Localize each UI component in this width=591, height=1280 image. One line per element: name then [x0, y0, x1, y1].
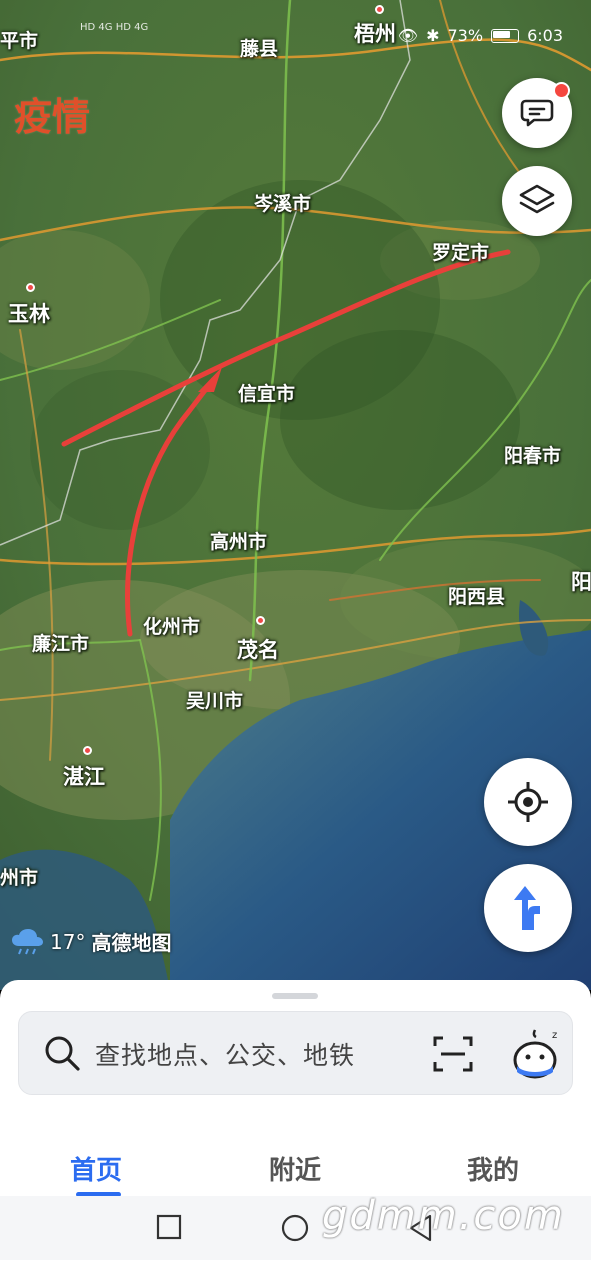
- scan-icon[interactable]: [433, 1034, 473, 1074]
- navigate-button[interactable]: [484, 864, 572, 952]
- city-label[interactable]: 平市: [0, 26, 38, 53]
- overlay-banner-text: 疫情: [14, 95, 91, 139]
- amap-logo-text: 高德地图: [91, 931, 172, 955]
- crosshair-icon: [508, 782, 548, 822]
- city-label[interactable]: 阳西县: [448, 582, 505, 609]
- city-label[interactable]: 吴川市: [186, 686, 243, 713]
- map-view[interactable]: 疫情 HD 4G HD 4G 👁 ✱ 73% 6:03 平市 藤县 梧州 岑溪市…: [0, 0, 591, 990]
- battery-percent: 73%: [447, 26, 484, 45]
- drag-handle[interactable]: [272, 993, 318, 999]
- tab-mine[interactable]: 我的: [467, 1150, 519, 1187]
- city-label[interactable]: 高州市: [210, 527, 267, 554]
- temperature: 17°: [50, 929, 86, 954]
- notification-badge: [553, 82, 570, 99]
- svg-text:z: z: [552, 1030, 557, 1041]
- battery-icon: [491, 28, 520, 43]
- eye-comfort-icon: 👁: [397, 26, 419, 45]
- bluetooth-icon: ✱: [426, 26, 440, 45]
- city-label[interactable]: 州市: [0, 863, 38, 890]
- search-bar[interactable]: 查找地点、公交、地铁 z: [18, 1011, 573, 1095]
- city-label[interactable]: 湛江: [63, 761, 105, 791]
- search-placeholder[interactable]: 查找地点、公交、地铁: [95, 1036, 355, 1072]
- satellite-map[interactable]: [0, 0, 591, 990]
- turn-arrow-icon: [514, 886, 540, 930]
- voice-assistant-icon[interactable]: z: [511, 1026, 561, 1080]
- city-label[interactable]: 玉林: [8, 298, 50, 328]
- recents-icon[interactable]: [156, 1214, 182, 1240]
- city-label[interactable]: 化州市: [143, 612, 200, 639]
- weather-widget[interactable]: 17° 高德地图: [10, 927, 171, 956]
- feedback-button[interactable]: [502, 78, 572, 148]
- network-indicator: HD 4G HD 4G: [80, 22, 149, 33]
- home-icon[interactable]: [281, 1214, 309, 1242]
- layers-button[interactable]: [502, 166, 572, 236]
- city-label[interactable]: 梧州: [354, 18, 396, 48]
- tab-home[interactable]: 首页: [70, 1150, 122, 1187]
- city-label[interactable]: 阳: [571, 566, 591, 596]
- tab-nearby[interactable]: 附近: [269, 1150, 321, 1187]
- watermark: gdmm.com: [322, 1193, 565, 1239]
- city-label[interactable]: 藤县: [240, 34, 278, 61]
- status-bar: HD 4G HD 4G 👁 ✱ 73% 6:03: [0, 22, 591, 52]
- city-label[interactable]: 信宜市: [238, 379, 295, 406]
- layers-icon: [519, 184, 555, 214]
- chat-bubble-icon: [520, 99, 554, 127]
- city-label[interactable]: 茂名: [237, 634, 279, 664]
- city-label[interactable]: 罗定市: [432, 238, 489, 265]
- city-label[interactable]: 阳春市: [504, 441, 561, 468]
- city-label[interactable]: 廉江市: [32, 629, 89, 656]
- locate-button[interactable]: [484, 758, 572, 846]
- search-icon: [45, 1036, 80, 1071]
- city-label[interactable]: 岑溪市: [254, 189, 311, 216]
- clock: 6:03: [527, 26, 563, 45]
- cloud-rain-icon: [12, 928, 43, 954]
